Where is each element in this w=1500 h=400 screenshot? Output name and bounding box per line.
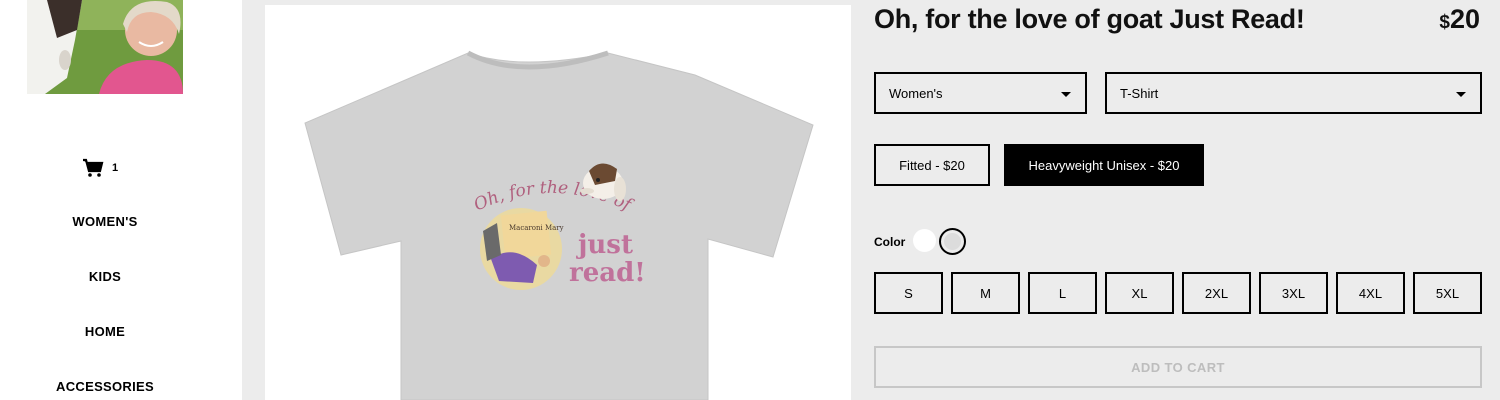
style-fitted-button[interactable]: Fitted - $20	[874, 144, 990, 186]
cart-count: 1	[112, 162, 119, 174]
size-xl-button[interactable]: XL	[1105, 272, 1174, 314]
size-5xl-button[interactable]: 5XL	[1413, 272, 1482, 314]
avatar-photo	[27, 0, 183, 94]
size-s-button[interactable]: S	[874, 272, 943, 314]
category-select-value: Women's	[889, 85, 943, 101]
price-value: 20	[1449, 4, 1480, 34]
nav-womens[interactable]: WOMEN'S	[0, 214, 210, 229]
product-type-select[interactable]: T-Shirt	[1105, 72, 1482, 114]
cart-button[interactable]: 1	[82, 156, 132, 180]
sidebar: 1 WOMEN'S KIDS HOME ACCESSORIES	[0, 0, 242, 400]
style-heavyweight-unisex-button[interactable]: Heavyweight Unisex - $20	[1004, 144, 1204, 186]
nav-accessories[interactable]: ACCESSORIES	[0, 379, 210, 394]
design-text-line3: read!	[569, 258, 646, 288]
category-select[interactable]: Women's	[874, 72, 1087, 114]
avatar[interactable]	[27, 0, 183, 94]
add-to-cart-button[interactable]: ADD TO CART	[874, 346, 1482, 388]
size-l-button[interactable]: L	[1028, 272, 1097, 314]
size-3xl-button[interactable]: 3XL	[1259, 272, 1328, 314]
product-image[interactable]: Oh, for the love of goat Macaroni Mary j…	[265, 5, 851, 400]
product-type-select-value: T-Shirt	[1120, 85, 1159, 101]
caret-down-icon	[1456, 92, 1466, 97]
color-swatch-white[interactable]	[913, 229, 936, 252]
design-text-line2: just	[576, 230, 633, 260]
size-m-button[interactable]: M	[951, 272, 1020, 314]
nav-kids[interactable]: KIDS	[0, 269, 210, 284]
product-title: Oh, for the love of goat Just Read!	[874, 4, 1305, 34]
cart-icon	[83, 158, 104, 177]
product-price: $20	[1439, 4, 1480, 35]
size-2xl-button[interactable]: 2XL	[1182, 272, 1251, 314]
price-currency: $	[1439, 12, 1450, 33]
color-swatch-heather-grey[interactable]	[939, 228, 966, 255]
size-4xl-button[interactable]: 4XL	[1336, 272, 1405, 314]
book-title: Macaroni Mary	[509, 224, 564, 232]
nav-home[interactable]: HOME	[0, 324, 210, 339]
tshirt-illustration: Oh, for the love of goat Macaroni Mary j…	[265, 5, 814, 400]
caret-down-icon	[1061, 92, 1071, 97]
color-label: Color	[874, 235, 906, 249]
